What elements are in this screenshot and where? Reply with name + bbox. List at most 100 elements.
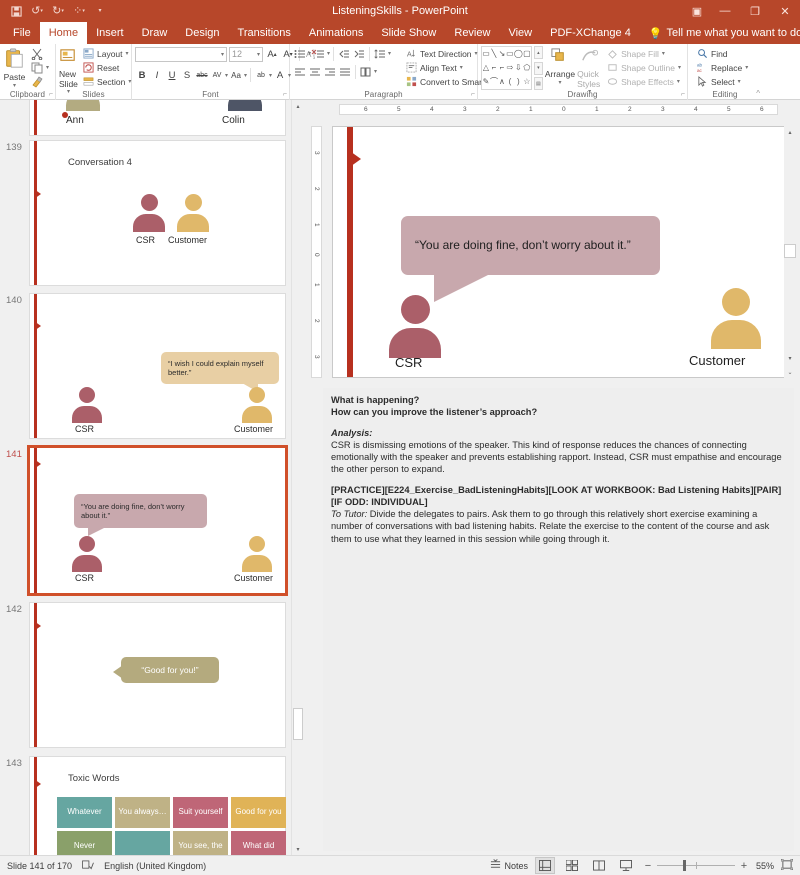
normal-view-button[interactable] xyxy=(534,857,555,874)
zoom-level-label[interactable]: 55% xyxy=(756,861,774,871)
shape-fill-button[interactable]: Shape Fill ▾ xyxy=(604,47,684,60)
replace-caret-icon[interactable]: ▾ xyxy=(745,64,748,71)
shape-arrow-icon[interactable]: ↘ xyxy=(499,50,506,58)
scroll-up-arrow-icon[interactable]: ▴ xyxy=(784,126,796,138)
scroll-down-arrow-icon[interactable]: ▾ xyxy=(292,843,303,855)
reading-view-button[interactable] xyxy=(589,857,609,874)
shape-elbow2-icon[interactable]: ⌐ xyxy=(500,64,505,72)
arrange-caret-icon[interactable]: ▾ xyxy=(558,80,561,87)
copy-caret-icon[interactable]: ▾ xyxy=(46,64,49,71)
vertical-ruler[interactable]: 3 2 1 0 1 2 3 xyxy=(311,126,322,378)
thumbnail-row[interactable]: 140 “I wish I could explain myself bette… xyxy=(0,293,286,439)
shapes-scroll-down[interactable]: ▾ xyxy=(533,61,543,75)
arrange-button[interactable]: Arrange ▾ xyxy=(545,46,575,86)
collapse-ribbon-button[interactable]: ^ xyxy=(756,89,760,98)
decrease-indent-button[interactable] xyxy=(337,47,351,61)
slide-area-scrollbar[interactable]: ▴ ▾ ⌄ xyxy=(784,126,796,378)
shape-elbow-icon[interactable]: ⌐ xyxy=(492,64,497,72)
save-icon[interactable] xyxy=(6,2,26,20)
slide-thumbnail-141[interactable]: “You are doing fine, don’t worry about i… xyxy=(27,445,288,596)
bold-button[interactable]: B xyxy=(135,68,149,82)
format-painter-button[interactable] xyxy=(28,75,52,88)
shapes-gallery[interactable]: ▭ ╲ ↘ ▭ ◯ ▢ △ ⌐ ⌐ ⇨ ⇩ ⬠ ✎ ⌒ ∧ ( ) ☆ xyxy=(481,46,532,90)
paste-button[interactable]: Paste ▾ xyxy=(3,46,26,89)
select-button[interactable]: Select ▾ xyxy=(694,75,751,88)
start-from-beginning-icon[interactable]: ⁘ ▾ xyxy=(69,2,89,20)
align-right-button[interactable] xyxy=(323,65,337,79)
shape-line-icon[interactable]: ╲ xyxy=(492,50,497,58)
shape-oval-icon[interactable]: ◯ xyxy=(514,50,523,58)
tell-me-box[interactable]: 💡 Tell me what you want to do xyxy=(640,22,800,44)
tab-pdf-xchange[interactable]: PDF-XChange 4 xyxy=(541,22,640,44)
zoom-knob[interactable] xyxy=(682,860,686,871)
clipboard-dialog-launcher[interactable]: ⌐ xyxy=(49,91,53,98)
underline-button[interactable]: U xyxy=(165,68,179,82)
thumbnail-row[interactable]: Ann Colin xyxy=(0,100,286,136)
slide-panel-scrollbar[interactable]: ▴ ▾ xyxy=(291,100,303,855)
line-spacing-button[interactable] xyxy=(373,47,387,61)
justify-button[interactable] xyxy=(338,65,352,79)
shape-triangle-icon[interactable]: △ xyxy=(483,64,489,72)
ribbon-display-options-icon[interactable]: ▣ xyxy=(684,0,710,22)
paste-caret-icon[interactable]: ▾ xyxy=(13,83,16,90)
font-color-button[interactable]: A xyxy=(273,68,287,82)
shape-rounded-rect-icon[interactable]: ▢ xyxy=(523,50,531,58)
thumbnail-row-selected[interactable]: 141 “You are doing fine, don’t worry abo… xyxy=(0,445,288,596)
thumbnail-row[interactable]: 142 “Good for you!” xyxy=(0,602,286,748)
line-spacing-caret-icon[interactable]: ▾ xyxy=(388,50,391,57)
align-left-button[interactable] xyxy=(293,65,307,79)
slide-thumbnail-panel[interactable]: Ann Colin 139 Conversation 4 CSR Custome… xyxy=(0,100,303,855)
change-case-caret-icon[interactable]: ▾ xyxy=(244,72,247,79)
copy-button[interactable]: ▾ xyxy=(28,61,52,74)
slide-thumbnail[interactable]: Ann Colin xyxy=(29,100,286,136)
tab-design[interactable]: Design xyxy=(176,22,228,44)
zoom-slider[interactable]: − + xyxy=(643,860,749,872)
slide-thumbnail-139[interactable]: Conversation 4 CSR Customer xyxy=(29,140,286,286)
shape-fill-caret-icon[interactable]: ▾ xyxy=(662,50,665,57)
scrollbar-thumb[interactable] xyxy=(293,708,303,740)
align-text-caret-icon[interactable]: ▾ xyxy=(460,64,463,71)
slide-show-button[interactable] xyxy=(616,857,636,874)
bullets-button[interactable] xyxy=(293,47,307,61)
character-spacing-button[interactable]: AV xyxy=(210,68,224,82)
numbering-button[interactable]: 123 xyxy=(312,47,326,61)
maximize-button[interactable]: ❐ xyxy=(740,0,770,22)
shape-pentagon-icon[interactable]: ⬠ xyxy=(523,64,530,72)
font-name-caret-icon[interactable]: ▾ xyxy=(221,51,224,58)
shape-outline-button[interactable]: Shape Outline ▾ xyxy=(604,61,684,74)
shape-textbox-icon[interactable]: ▭ xyxy=(482,50,490,58)
scroll-up-arrow-icon[interactable]: ▴ xyxy=(292,100,303,112)
shape-curve-icon[interactable]: ⌒ xyxy=(490,78,498,86)
fit-to-window-button[interactable] xyxy=(780,858,794,872)
shape-effects-button[interactable]: Shape Effects ▾ xyxy=(604,75,684,88)
tab-transitions[interactable]: Transitions xyxy=(229,22,300,44)
bullets-caret-icon[interactable]: ▾ xyxy=(308,50,311,57)
increase-indent-button[interactable] xyxy=(352,47,366,61)
align-center-button[interactable] xyxy=(308,65,322,79)
shapes-scroll-up[interactable]: ▴ xyxy=(533,46,543,59)
character-spacing-caret-icon[interactable]: ▾ xyxy=(225,72,228,79)
redo-icon[interactable]: ↻ ▾ xyxy=(48,2,68,20)
new-slide-button[interactable]: New Slide ▾ xyxy=(59,46,78,96)
text-highlight-color-button[interactable]: ab xyxy=(254,68,268,82)
font-size-input[interactable]: 12 ▾ xyxy=(229,46,263,62)
notes-toggle-button[interactable]: Notes xyxy=(490,859,528,872)
find-button[interactable]: Find xyxy=(694,47,751,60)
speech-bubble[interactable]: “You are doing fine, don’t worry about i… xyxy=(401,216,660,275)
next-slide-arrow-icon[interactable]: ⌄ xyxy=(784,366,796,378)
tab-slide-show[interactable]: Slide Show xyxy=(372,22,445,44)
shape-freeform-icon[interactable]: ✎ xyxy=(483,78,490,86)
tab-home[interactable]: Home xyxy=(39,22,88,44)
zoom-in-button[interactable]: + xyxy=(739,860,749,872)
shape-left-brace-icon[interactable]: ( xyxy=(509,78,512,86)
tab-view[interactable]: View xyxy=(499,22,541,44)
layout-button[interactable]: Layout ▾ xyxy=(80,47,134,60)
tab-review[interactable]: Review xyxy=(445,22,499,44)
shape-down-arrow-icon[interactable]: ⇩ xyxy=(515,64,522,72)
italic-button[interactable]: I xyxy=(150,68,164,82)
minimize-button[interactable]: — xyxy=(710,0,740,22)
scrollbar-thumb[interactable] xyxy=(784,244,796,258)
columns-button[interactable] xyxy=(359,65,373,79)
customize-quick-access-icon[interactable]: ▾ xyxy=(90,2,110,20)
numbering-caret-icon[interactable]: ▾ xyxy=(327,50,330,57)
